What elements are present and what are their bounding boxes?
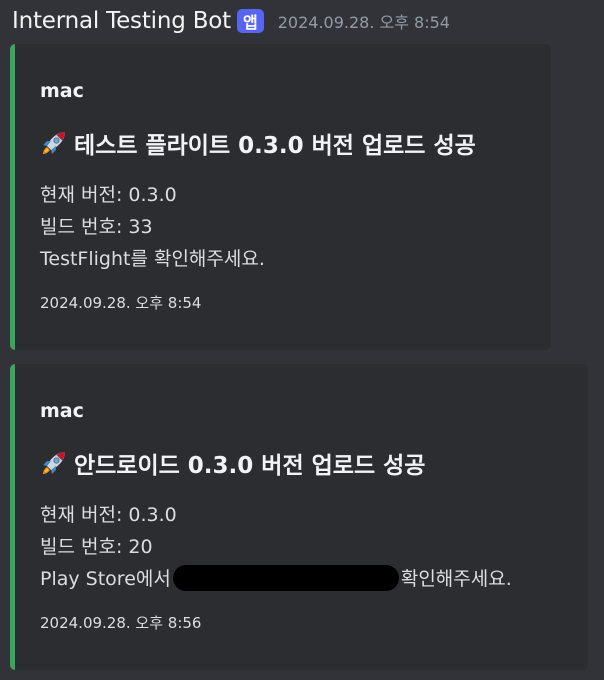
build-number-line: 빌드 번호: 20 bbox=[40, 536, 153, 558]
embed-title-text: 안드로이드 0.3.0 버전 업로드 성공 bbox=[74, 453, 426, 479]
embed-footer-timestamp: 2024.09.28. 오후 8:56 bbox=[40, 614, 202, 632]
embed-title: 안드로이드 0.3.0 버전 업로드 성공 bbox=[40, 446, 425, 480]
embed-description: 현재 버전: 0.3.0 빌드 번호: 33 TestFlight를 확인해주세… bbox=[40, 179, 265, 275]
embed-footer-timestamp: 2024.09.28. 오후 8:54 bbox=[40, 294, 202, 312]
build-number-line: 빌드 번호: 33 bbox=[40, 216, 153, 238]
instruction-line: TestFlight를 확인해주세요. bbox=[40, 248, 265, 270]
embed-description: 현재 버전: 0.3.0 빌드 번호: 20 Play Store에서 확인해주세… bbox=[40, 499, 512, 595]
embed-title: 테스트 플라이트 0.3.0 버전 업로드 성공 bbox=[40, 126, 476, 160]
embed-android: mac 안드로이드 0.3.0 버전 업로드 성공 현재 버전: 0.3.0 빌… bbox=[10, 364, 588, 670]
rocket-icon bbox=[43, 452, 65, 474]
message-header: Internal Testing Bot 앱 2024.09.28. 오후 8:… bbox=[12, 4, 450, 38]
embed-author: mac bbox=[40, 80, 84, 102]
instruction-suffix: 확인해주세요. bbox=[400, 568, 512, 590]
embed-title-text: 테스트 플라이트 0.3.0 버전 업로드 성공 bbox=[74, 133, 476, 159]
message-timestamp[interactable]: 2024.09.28. 오후 8:54 bbox=[278, 9, 450, 33]
instruction-line: Play Store에서 확인해주세요. bbox=[40, 563, 512, 595]
embed-testflight: mac 테스트 플라이트 0.3.0 버전 업로드 성공 현재 버전: 0.3.… bbox=[10, 44, 551, 350]
redaction-scribble bbox=[172, 564, 399, 591]
version-line: 현재 버전: 0.3.0 bbox=[40, 184, 177, 206]
version-line: 현재 버전: 0.3.0 bbox=[40, 504, 177, 526]
bot-name[interactable]: Internal Testing Bot bbox=[12, 8, 231, 34]
app-badge: 앱 bbox=[237, 9, 264, 33]
rocket-icon bbox=[43, 132, 65, 154]
instruction-prefix: Play Store에서 bbox=[40, 568, 171, 590]
embed-author: mac bbox=[40, 400, 84, 422]
